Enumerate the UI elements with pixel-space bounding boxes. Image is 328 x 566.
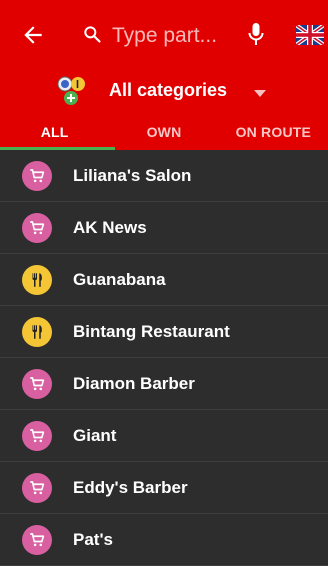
- place-name: Bintang Restaurant: [73, 321, 230, 341]
- place-name: Diamon Barber: [73, 373, 195, 393]
- shopping-cart-icon: [22, 368, 52, 399]
- place-name: AK News: [73, 217, 147, 237]
- list-item[interactable]: Liliana's Salon: [0, 150, 328, 202]
- places-list: Liliana's Salon AK News Guanabana Bintan…: [0, 150, 328, 566]
- list-item[interactable]: Eddy's Barber: [0, 462, 328, 514]
- back-arrow-icon[interactable]: [20, 22, 46, 48]
- list-item[interactable]: Giant: [0, 410, 328, 462]
- search-bar: [0, 0, 328, 70]
- list-item[interactable]: AK News: [0, 202, 328, 254]
- place-name: Eddy's Barber: [73, 477, 188, 497]
- categories-icon: [57, 76, 85, 105]
- tab-all[interactable]: ALL: [0, 120, 109, 150]
- dropdown-caret-icon: [254, 90, 266, 97]
- list-item[interactable]: Pat's: [0, 514, 328, 566]
- fork-knife-icon: [22, 264, 52, 295]
- category-label: All categories: [109, 80, 228, 100]
- list-item[interactable]: Bintang Restaurant: [0, 306, 328, 358]
- place-name: Pat's: [73, 529, 113, 549]
- search-icon: [84, 26, 101, 43]
- fork-knife-icon: [22, 316, 52, 347]
- tab-bar: ALL OWN ON ROUTE: [0, 120, 328, 150]
- active-tab-indicator: [0, 147, 115, 150]
- app-header: All categories ALL OWN ON ROUTE: [0, 0, 328, 150]
- shopping-cart-icon: [22, 524, 52, 555]
- place-name: Giant: [73, 425, 117, 445]
- shopping-cart-icon: [22, 160, 52, 191]
- search-input[interactable]: [110, 20, 238, 52]
- shopping-cart-icon: [22, 212, 52, 243]
- category-selector[interactable]: All categories: [0, 70, 328, 120]
- microphone-icon[interactable]: [247, 21, 265, 49]
- shopping-cart-icon: [22, 420, 52, 451]
- list-item[interactable]: Guanabana: [0, 254, 328, 306]
- place-name: Liliana's Salon: [73, 165, 192, 185]
- list-item[interactable]: Diamon Barber: [0, 358, 328, 410]
- tab-own[interactable]: OWN: [109, 120, 218, 150]
- uk-flag-icon[interactable]: [296, 25, 324, 45]
- tab-on-route[interactable]: ON ROUTE: [219, 120, 328, 150]
- shopping-cart-icon: [22, 472, 52, 503]
- place-name: Guanabana: [73, 269, 166, 289]
